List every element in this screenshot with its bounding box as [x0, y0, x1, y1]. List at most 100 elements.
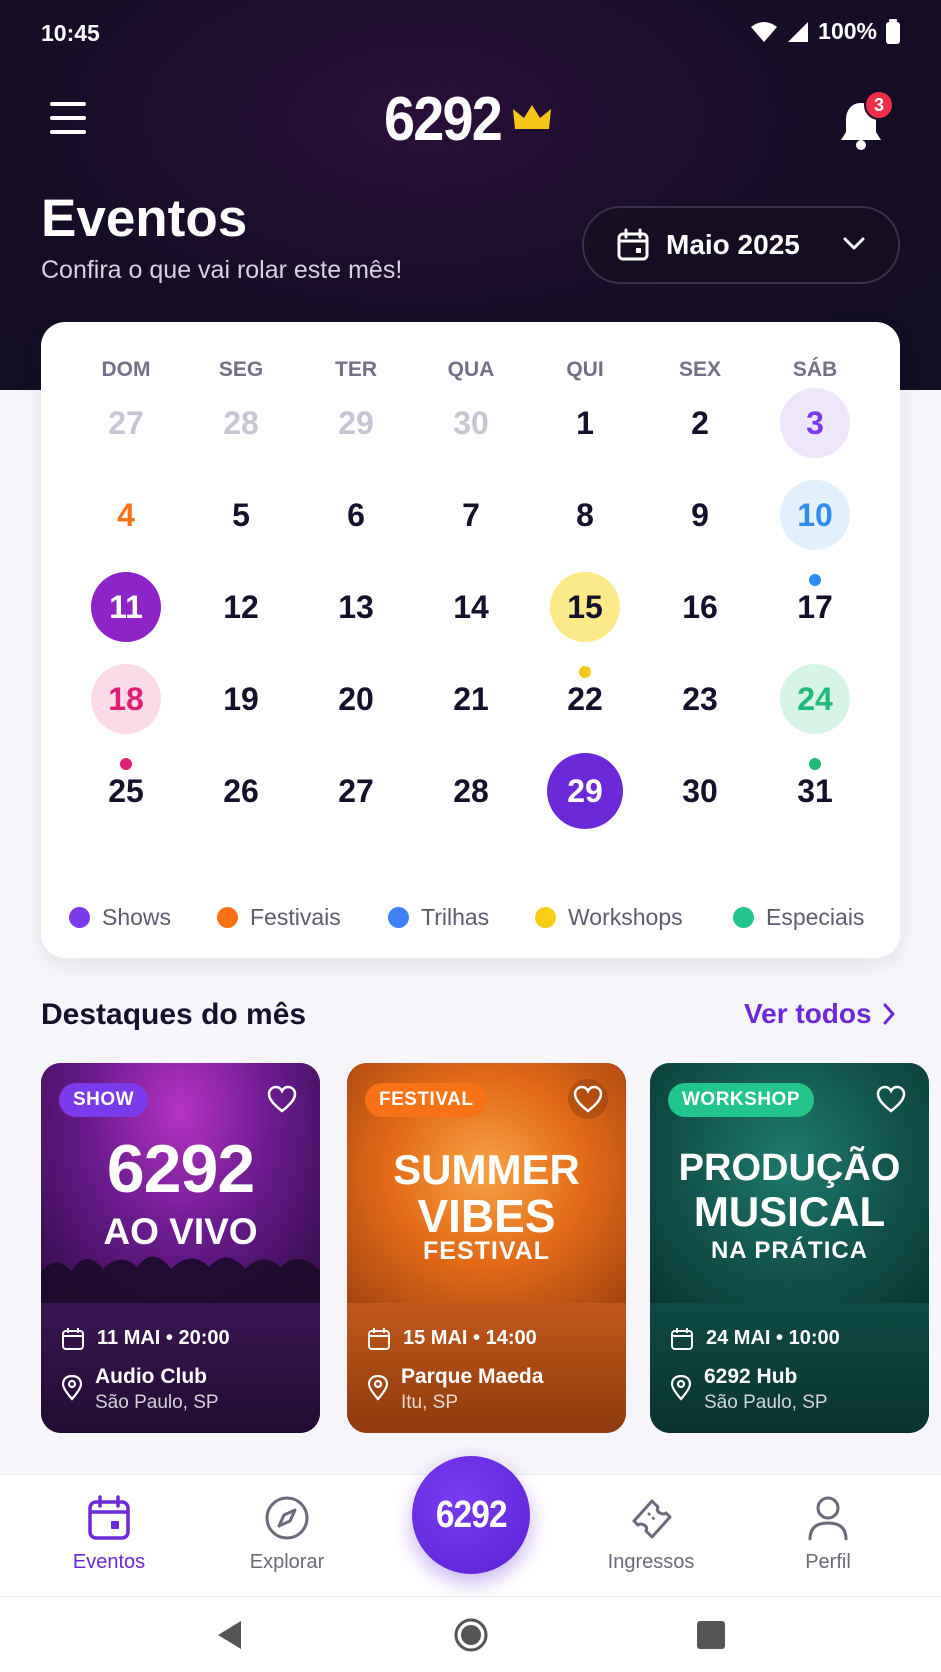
calendar-day[interactable]: 21: [436, 664, 506, 734]
location-pin-icon: [670, 1375, 692, 1401]
wifi-icon: [751, 21, 778, 42]
calendar-icon: [617, 228, 649, 261]
calendar-day-prev-month[interactable]: 29: [321, 388, 391, 458]
compass-icon: [265, 1496, 309, 1540]
calendar-day[interactable]: 16: [665, 572, 735, 642]
notifications-button[interactable]: 3: [838, 90, 894, 150]
legend-dot: [535, 907, 556, 928]
event-art-subtitle: FESTIVAL: [423, 1237, 550, 1265]
legend-item-shows[interactable]: Shows: [69, 904, 171, 931]
nav-label: Perfil: [805, 1551, 851, 1573]
event-venue: Parque Maeda: [401, 1365, 544, 1388]
event-art-title: PRODUÇÃO: [678, 1147, 901, 1189]
ticket-icon: [632, 1499, 672, 1539]
heart-icon: [876, 1085, 906, 1113]
calendar-day[interactable]: 23: [665, 664, 735, 734]
event-artwork: SHOW 6292 AO VIVO: [41, 1063, 320, 1303]
event-art-title: 6292: [106, 1131, 255, 1207]
event-art-subtitle: AO VIVO: [103, 1211, 258, 1252]
section-title: Destaques do mês: [41, 998, 307, 1031]
event-artwork: FESTIVAL SUMMER VIBES FESTIVAL: [347, 1063, 626, 1303]
legend-item-trilhas[interactable]: Trilhas: [388, 904, 489, 931]
event-place-row: 6292 Hub São Paulo, SP: [670, 1365, 828, 1414]
legend-item-workshops[interactable]: Workshops: [535, 904, 683, 931]
month-selector[interactable]: Maio 2025: [582, 206, 900, 284]
favorite-button[interactable]: [568, 1079, 608, 1119]
battery-percent: 100%: [818, 18, 877, 44]
calendar-day[interactable]: 27: [321, 756, 391, 826]
calendar-day[interactable]: 9: [665, 480, 735, 550]
calendar-day[interactable]: 25: [91, 756, 161, 826]
legend-item-especiais[interactable]: Especiais: [733, 904, 864, 931]
nav-item-eventos[interactable]: Eventos: [39, 1495, 179, 1574]
center-logo-button[interactable]: 6292: [412, 1456, 530, 1574]
recents-icon[interactable]: [696, 1620, 726, 1650]
user-icon: [808, 1496, 848, 1541]
weekday-label: QUI: [566, 358, 604, 381]
chevron-down-icon: [843, 237, 865, 250]
see-all-link[interactable]: Ver todos: [744, 998, 896, 1030]
weekday-label: QUA: [447, 358, 495, 381]
legend-item-festivais[interactable]: Festivais: [217, 904, 341, 931]
location-pin-icon: [61, 1375, 83, 1401]
calendar-day-event-show[interactable]: 3: [780, 388, 850, 458]
calendar-day[interactable]: 2: [665, 388, 735, 458]
calendar-day-prev-month[interactable]: 27: [91, 388, 161, 458]
calendar-day[interactable]: 30: [665, 756, 735, 826]
nav-item-ingressos[interactable]: Ingressos: [581, 1495, 721, 1574]
calendar-day-event-workshop[interactable]: 15: [550, 572, 620, 642]
calendar-day-event-special[interactable]: 18: [91, 664, 161, 734]
calendar-day[interactable]: 6: [321, 480, 391, 550]
calendar-day[interactable]: 22: [550, 664, 620, 734]
legend-label: Trilhas: [421, 904, 490, 930]
notification-badge: 3: [864, 90, 894, 120]
calendar-day[interactable]: 26: [206, 756, 276, 826]
calendar-icon: [671, 1328, 693, 1350]
event-card-festival[interactable]: FESTIVAL SUMMER VIBES FESTIVAL 15 MAI • …: [347, 1063, 626, 1433]
nav-label: Eventos: [72, 1551, 146, 1573]
calendar-day-event-special[interactable]: 24: [780, 664, 850, 734]
calendar-day[interactable]: 13: [321, 572, 391, 642]
calendar-day[interactable]: 19: [206, 664, 276, 734]
month-label: Maio 2025: [666, 229, 800, 260]
event-artwork: WORKSHOP PRODUÇÃO MUSICAL NA PRÁTICA: [650, 1063, 929, 1303]
calendar-day[interactable]: 5: [206, 480, 276, 550]
calendar-day-prev-month[interactable]: 30: [436, 388, 506, 458]
calendar-legend: Shows Festivais Trilhas Workshops Especi…: [41, 904, 900, 934]
calendar-day[interactable]: 14: [436, 572, 506, 642]
calendar-day-prev-month[interactable]: 28: [206, 388, 276, 458]
weekday-label: SEX: [678, 358, 722, 381]
calendar-day-event-festival[interactable]: 4: [91, 480, 161, 550]
weekday-label: TER: [335, 358, 377, 381]
event-card-show[interactable]: SHOW 6292 AO VIVO 11 MAI • 20:00 Audio C…: [41, 1063, 320, 1433]
category-badge: SHOW: [59, 1083, 149, 1117]
nav-item-explorar[interactable]: Explorar: [217, 1495, 357, 1574]
calendar-day[interactable]: 31: [780, 756, 850, 826]
weekday-label: DOM: [101, 358, 151, 381]
favorite-button[interactable]: [262, 1079, 302, 1119]
menu-button[interactable]: [46, 98, 90, 138]
calendar-day[interactable]: 8: [550, 480, 620, 550]
back-icon[interactable]: [215, 1619, 245, 1651]
calendar-day[interactable]: 12: [206, 572, 276, 642]
event-date: 11 MAI • 20:00: [97, 1327, 230, 1349]
chevron-right-icon: [883, 1003, 895, 1025]
calendar-icon: [62, 1328, 84, 1350]
favorite-button[interactable]: [871, 1079, 911, 1119]
calendar-day[interactable]: 20: [321, 664, 391, 734]
calendar-day[interactable]: 17: [780, 572, 850, 642]
event-card-workshop[interactable]: WORKSHOP PRODUÇÃO MUSICAL NA PRÁTICA 24 …: [650, 1063, 929, 1433]
event-place-row: Audio Club São Paulo, SP: [61, 1365, 219, 1414]
event-info: 24 MAI • 10:00 6292 Hub São Paulo, SP: [650, 1303, 929, 1433]
legend-label: Festivais: [250, 904, 341, 930]
event-city: Itu, SP: [401, 1392, 459, 1413]
nav-item-perfil[interactable]: Perfil: [758, 1495, 898, 1574]
calendar-day[interactable]: 7: [436, 480, 506, 550]
calendar-day[interactable]: 1: [550, 388, 620, 458]
calendar-day-selected[interactable]: 29: [547, 753, 623, 829]
calendar-day[interactable]: 28: [436, 756, 506, 826]
event-date-row: 15 MAI • 14:00: [367, 1327, 537, 1351]
calendar-day-event-show[interactable]: 11: [91, 572, 161, 642]
home-icon[interactable]: [454, 1618, 488, 1652]
calendar-day-event-trail[interactable]: 10: [780, 480, 850, 550]
